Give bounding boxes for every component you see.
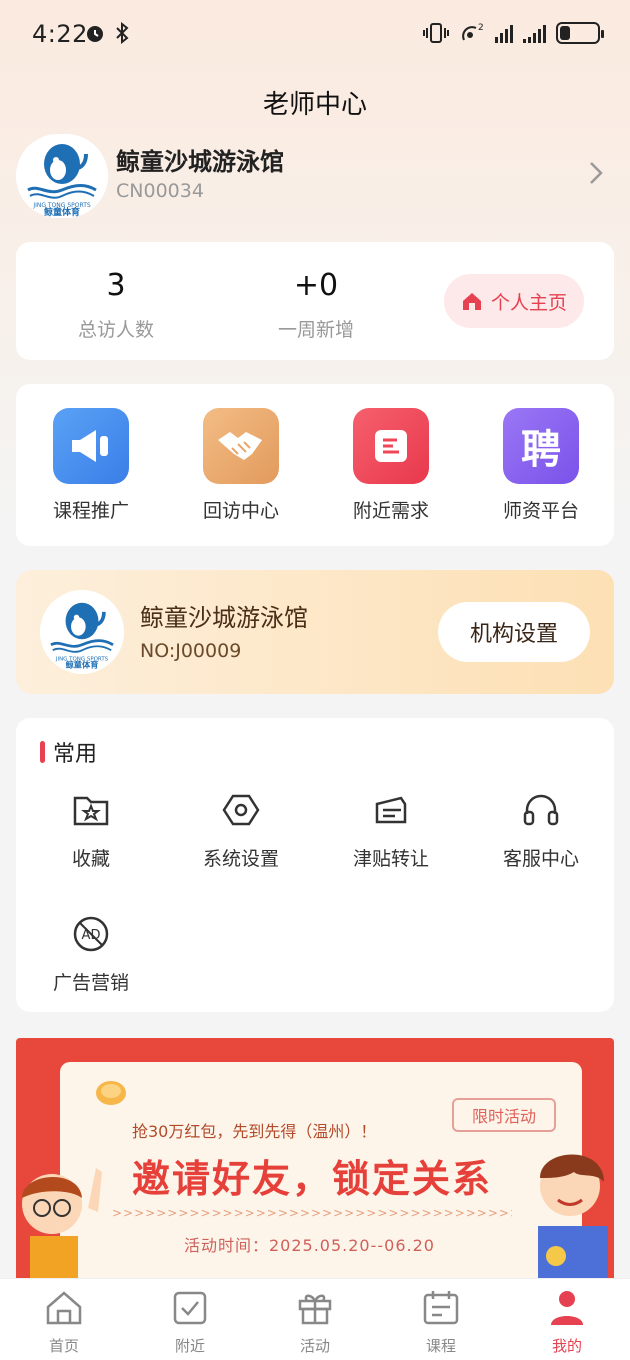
banner-dashes: >>>>>>>>>>>>>>>>>>>>>>>>>>>>>>>>>>>>>>>>… [112,1206,512,1220]
stat-visitors: 3 总访人数 [16,268,216,342]
section-title-text: 常用 [53,742,98,767]
banner-title: 邀请好友，锁定关系 [132,1157,493,1201]
house-icon [462,293,481,310]
signal-icon-2 [523,23,546,43]
tool-label: 客服中心 [502,848,579,870]
tab-label: 我的 [551,1337,582,1355]
cartoon-girl-icon [22,1168,102,1278]
personal-home-label: 个人主页 [490,291,567,314]
course-icon [423,1291,459,1325]
shortcut-teacher-platform[interactable]: 聘 师资平台 [466,408,616,523]
megaphone-icon [53,408,129,484]
tab-label: 附近 [174,1337,205,1355]
battery-icon [556,22,604,44]
handshake-icon [203,408,279,484]
tab-home[interactable]: 首页 [4,1287,124,1356]
profile-icon [551,1291,583,1325]
shortcut-label: 回访中心 [202,500,279,522]
ticket-icon [375,796,407,824]
tool-label: 广告营销 [52,972,129,994]
stat-weekly-value: +0 [293,268,339,303]
headset-icon [523,794,559,826]
stat-visitors-label: 总访人数 [77,319,154,341]
page-title: 老师中心 [262,90,367,120]
bottom-tab-bar: 首页 附近 活动 课程 我的 [0,1278,630,1360]
whale-logo-icon: JING TONG SPORTS 鲸童体育 [27,144,97,218]
org-avatar: JING TONG SPORTS 鲸童体育 [40,590,124,674]
profile-row[interactable]: JING TONG SPORTS 鲸童体育 鲸童沙城游泳馆 CN00034 [16,134,614,218]
stat-visitors-value: 3 [106,268,126,303]
tab-label: 首页 [48,1337,79,1355]
section-accent-bar [40,741,45,763]
shortcut-label: 师资平台 [502,500,579,522]
status-time: 4:22 [32,20,88,48]
home-icon [46,1291,82,1325]
chevron-right-icon[interactable] [586,160,606,186]
hotspot-icon: 2 [462,23,484,41]
favorite-folder-icon [73,796,109,826]
tool-label: 津贴转让 [352,848,429,870]
tab-mine[interactable]: 我的 [507,1287,627,1356]
tool-label: 收藏 [71,848,110,870]
shortcut-label: 课程推广 [52,500,129,522]
stats-card: 3 总访人数 +0 一周新增 个人主页 [16,242,614,360]
tab-label: 课程 [425,1337,456,1355]
invite-banner[interactable]: 抢30万红包，先到先得（温州）！ 限时活动 邀请好友，锁定关系 >>>>>>>>… [16,1038,614,1278]
tool-system-settings[interactable]: 系统设置 [166,790,316,871]
tool-allowance-transfer[interactable]: 津贴转让 [316,790,466,871]
stat-weekly: +0 一周新增 [216,268,416,342]
alarm-icon [87,26,103,42]
tool-favorites[interactable]: 收藏 [16,790,166,871]
tab-course[interactable]: 课程 [381,1287,501,1356]
common-card: 常用 收藏 系统设置 津贴转让 客服中心 AD 广告营销 [16,718,614,1012]
shortcut-card: 课程推广 回访中心 附近需求 聘 师资平台 [16,384,614,546]
svg-text:鲸童体育: 鲸童体育 [66,660,99,670]
document-icon [353,408,429,484]
section-title: 常用 [40,736,97,768]
tool-customer-service[interactable]: 客服中心 [466,790,616,871]
ad-icon: AD [73,916,109,952]
svg-text:鲸童体育: 鲸童体育 [43,206,80,218]
tab-nearby[interactable]: 附近 [130,1287,250,1356]
gift-icon [298,1294,332,1325]
banner-subtitle: 抢30万红包，先到先得（温州）！ [132,1122,377,1141]
org-number: NO:J00009 [140,640,242,662]
profile-id: CN00034 [116,180,204,202]
shortcut-label: 附近需求 [352,500,429,522]
organization-card: JING TONG SPORTS 鲸童体育 鲸童沙城游泳馆 NO:J00009 … [16,570,614,694]
org-name: 鲸童沙城游泳馆 [140,604,308,632]
shortcut-revisit-center[interactable]: 回访中心 [166,408,316,523]
cartoon-boy-icon [538,1154,608,1278]
coin-icon [96,1081,126,1105]
banner-tag: 限时活动 [452,1098,556,1132]
recruit-icon: 聘 [503,408,579,484]
signal-icon [495,23,513,43]
tool-ad-marketing[interactable]: AD 广告营销 [16,914,166,995]
org-settings-button[interactable]: 机构设置 [438,602,590,662]
svg-text:2: 2 [478,23,484,33]
stat-weekly-label: 一周新增 [277,319,354,341]
svg-text:AD: AD [82,928,101,943]
profile-name: 鲸童沙城游泳馆 [116,148,284,176]
avatar: JING TONG SPORTS 鲸童体育 [16,134,108,218]
nearby-icon [173,1291,207,1325]
tool-label: 系统设置 [202,848,279,870]
shortcut-course-promotion[interactable]: 课程推广 [16,408,166,523]
tab-activity[interactable]: 活动 [255,1287,375,1356]
tab-label: 活动 [299,1337,330,1355]
banner-time: 活动时间：2025.05.20--06.20 [184,1236,435,1255]
vibrate-icon [423,23,449,43]
whale-logo-icon: JING TONG SPORTS 鲸童体育 [50,602,114,670]
shortcut-nearby-demand[interactable]: 附近需求 [316,408,466,523]
settings-hexagon-icon [222,794,260,826]
status-bar: 4:22 2 [0,0,630,72]
personal-home-button[interactable]: 个人主页 [444,274,584,328]
bluetooth-icon [116,22,129,44]
